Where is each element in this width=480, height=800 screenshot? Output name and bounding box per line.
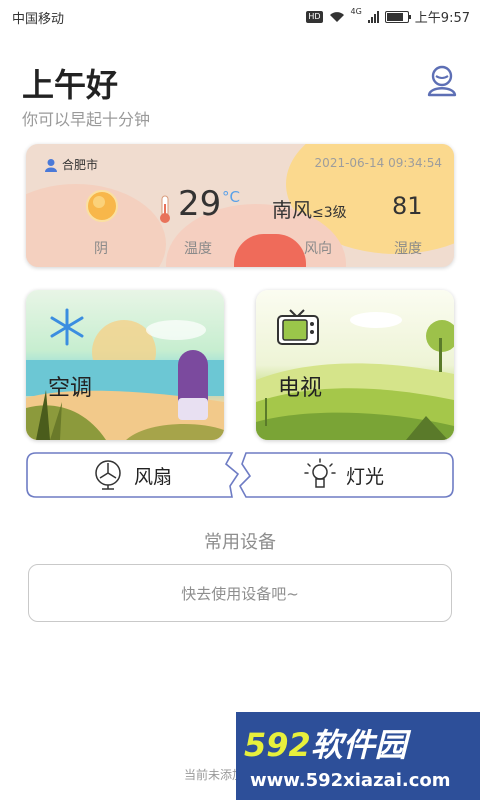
status-icons: HD 4G 上午9:57 <box>306 7 470 26</box>
carrier-name: 中国移动 <box>12 12 65 27</box>
city-location: 合肥市 <box>44 156 98 173</box>
hd-badge: HD <box>306 10 323 23</box>
cloudy-sun-icon <box>86 190 118 222</box>
weather-datetime: 2021-06-14 09:34:54 <box>314 156 442 170</box>
watermark-brand: 592软件园 <box>244 720 407 766</box>
temperature-value: 29 <box>178 184 222 224</box>
network-type: 4G <box>350 7 362 16</box>
footer-text: 当前未添加 <box>184 768 245 782</box>
wind-level: ≤3级 <box>312 205 347 221</box>
light-label: 灯光 <box>346 466 385 488</box>
watermark-text: 软件园 <box>310 726 407 764</box>
watermark-url: www.592xiazai.com <box>250 770 451 791</box>
greeting-subtitle: 你可以早起十分钟 <box>22 110 151 129</box>
humidity-label: 湿度 <box>394 241 422 257</box>
thermometer-icon <box>160 195 170 223</box>
battery-icon <box>384 10 411 23</box>
common-devices-title: 常用设备 <box>204 532 276 553</box>
snowflake-icon <box>50 308 84 346</box>
fan-icon <box>95 460 121 490</box>
weather-card[interactable]: 合肥市 2021-06-14 09:34:54 29 °C 南风≤3级 81 阴… <box>26 144 454 267</box>
humidity-value: 81 <box>392 192 423 220</box>
wind-label: 风向 <box>304 241 332 257</box>
common-devices-empty[interactable]: 快去使用设备吧~ <box>28 564 452 622</box>
empty-message: 快去使用设备吧~ <box>181 584 299 603</box>
air-conditioner-tile[interactable]: 空调 <box>26 290 224 440</box>
clock: 上午9:57 <box>414 11 470 26</box>
watermark: 592软件园 www.592xiazai.com <box>236 712 480 800</box>
city-name: 合肥市 <box>62 158 99 172</box>
signal-icon <box>367 10 379 23</box>
air-conditioner-label: 空调 <box>48 376 93 401</box>
greeting-title: 上午好 <box>22 66 119 104</box>
wind-info: 南风≤3级 <box>272 194 347 223</box>
temperature-label: 温度 <box>184 241 212 257</box>
wind-direction: 南风 <box>272 198 312 222</box>
temperature-unit: °C <box>222 188 240 206</box>
profile-icon[interactable] <box>424 62 460 98</box>
condition-label: 阴 <box>94 241 108 257</box>
fan-label: 风扇 <box>134 466 173 488</box>
tv-icon <box>277 309 319 345</box>
status-bar: 中国移动 HD 4G 上午9:57 <box>0 0 480 34</box>
light-bulb-icon <box>304 458 336 488</box>
watermark-number: 592 <box>244 726 311 764</box>
tv-label: 电视 <box>278 376 323 401</box>
user-icon <box>45 158 57 172</box>
wifi-icon <box>329 11 344 22</box>
tv-tile[interactable]: 电视 <box>256 290 454 440</box>
fan-button[interactable] <box>26 452 240 498</box>
